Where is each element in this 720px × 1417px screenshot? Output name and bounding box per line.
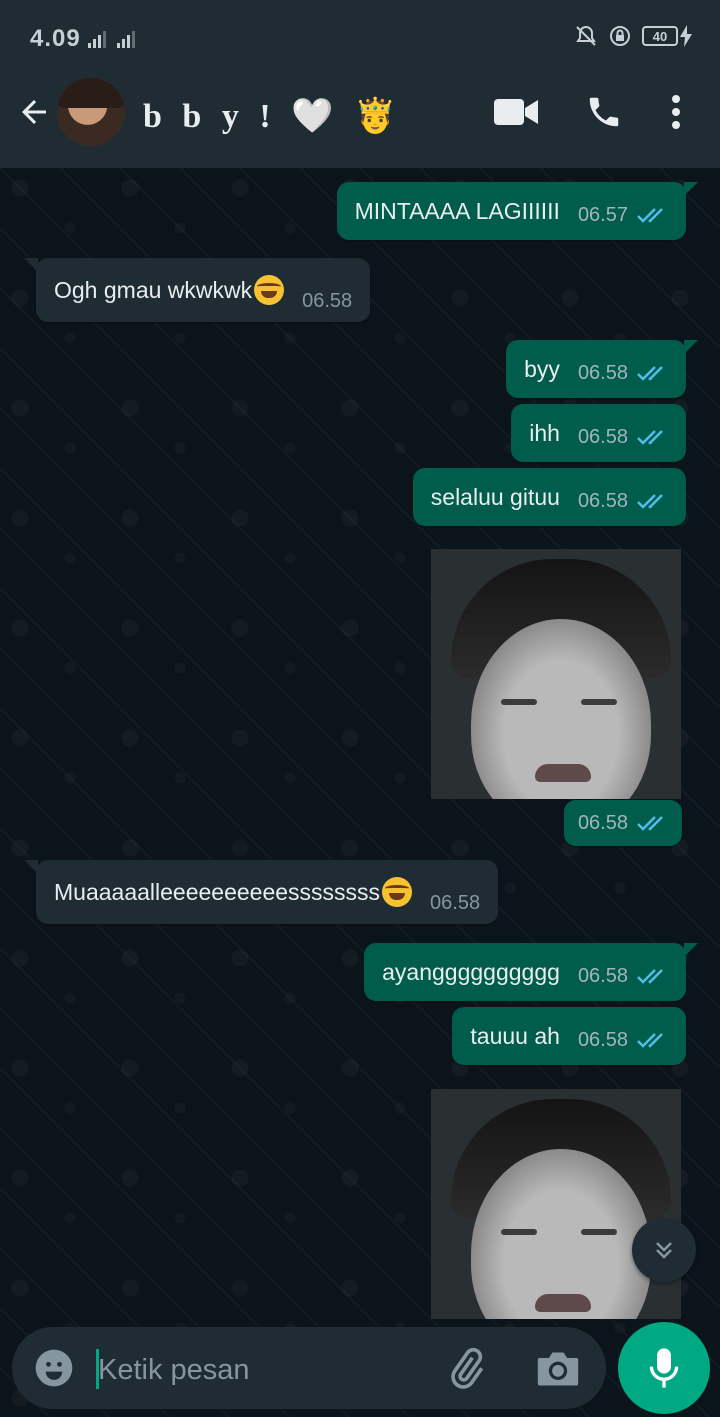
laughing-emoji-icon [382,877,413,907]
message-text: tauuu ah [470,1022,560,1049]
battery-icon: 40 [642,26,678,46]
message-bubble[interactable]: Muaaaaalleeeeeeeeeessssssss 06.58 [23,860,499,924]
message-bubble[interactable]: MINTAAAA LAGIIIIII 06.57 [336,182,699,240]
read-receipt-icon [637,494,663,509]
message-time: 06.58 [430,891,481,914]
contact-avatar[interactable] [57,78,125,146]
message-text: MINTAAAA LAGIIIIII [354,197,560,224]
message-text: Muaaaaalleeeeeeeeeessssssss [54,878,381,905]
status-time: 4.09 [30,25,81,52]
message-time: 06.57 [577,203,628,226]
double-chevron-down-icon [656,1242,672,1259]
image-message[interactable] [431,1089,681,1319]
message-text: Ogh gmau wkwkwk [54,276,253,303]
back-arrow-icon [22,100,46,124]
back-button[interactable] [12,90,56,134]
microphone-icon [649,1348,679,1388]
contact-name[interactable]: b b y ! 🤍 🤴 [143,96,402,136]
laughing-emoji-icon [254,275,285,305]
image-message-meta: 06.58 [563,800,682,846]
chat-messages[interactable]: MINTAAAA LAGIIIIII 06.57 Ogh gmau wkwkwk… [0,168,720,1417]
message-bubble[interactable]: ihh 06.58 [511,404,686,462]
video-call-icon [494,99,538,125]
message-time: 06.58 [302,289,353,312]
lock-rotation-icon [610,26,630,46]
voice-message-button[interactable] [618,1322,710,1414]
video-call-button[interactable] [486,82,546,142]
more-options-icon [672,95,680,129]
message-composer: Ketik pesan [12,1327,606,1409]
read-receipt-icon [637,366,663,381]
message-time: 06.58 [577,1028,628,1051]
charging-icon [680,25,692,47]
header-actions [458,82,720,142]
message-bubble[interactable]: ayangggggggggg 06.58 [364,943,698,1001]
emoji-icon[interactable] [32,1346,76,1390]
message-bubble[interactable]: byy 06.58 [506,340,698,398]
message-time: 06.58 [577,489,628,512]
message-time: 06.58 [577,425,628,448]
message-text: ihh [529,419,560,446]
chat-header: b b y ! 🤍 🤴 [0,56,720,168]
message-bubble[interactable]: Ogh gmau wkwkwk 06.58 [23,258,371,322]
signal-icon [117,30,135,48]
phone-call-icon [589,97,619,127]
message-text: ayangggggggggg [382,958,560,985]
more-options-button[interactable] [654,82,698,142]
message-time: 06.58 [577,361,628,384]
message-bubble[interactable]: tauuu ah 06.58 [452,1007,686,1065]
mute-bell-icon [576,25,596,46]
signal-icon [88,30,106,48]
read-receipt-icon [637,1033,663,1048]
status-icons: 40 [574,24,692,48]
message-bubble[interactable]: selaluu gituu 06.58 [412,468,686,526]
paperclip-icon[interactable] [444,1347,488,1391]
message-text: selaluu gituu [430,483,560,510]
message-time: 06.58 [577,964,628,987]
voice-call-button[interactable] [574,82,634,142]
read-receipt-icon [637,969,663,984]
status-bar: 4.09 40 [0,0,720,56]
read-receipt-icon [637,430,663,445]
scroll-to-bottom-button[interactable] [632,1218,696,1282]
message-input[interactable]: Ketik pesan [98,1354,250,1387]
read-receipt-icon [637,816,663,831]
message-time: 06.58 [577,811,628,834]
camera-icon[interactable] [534,1347,582,1391]
read-receipt-icon [637,208,663,223]
image-message[interactable] [431,549,681,799]
battery-level: 40 [652,28,668,44]
message-text: byy [524,355,560,382]
